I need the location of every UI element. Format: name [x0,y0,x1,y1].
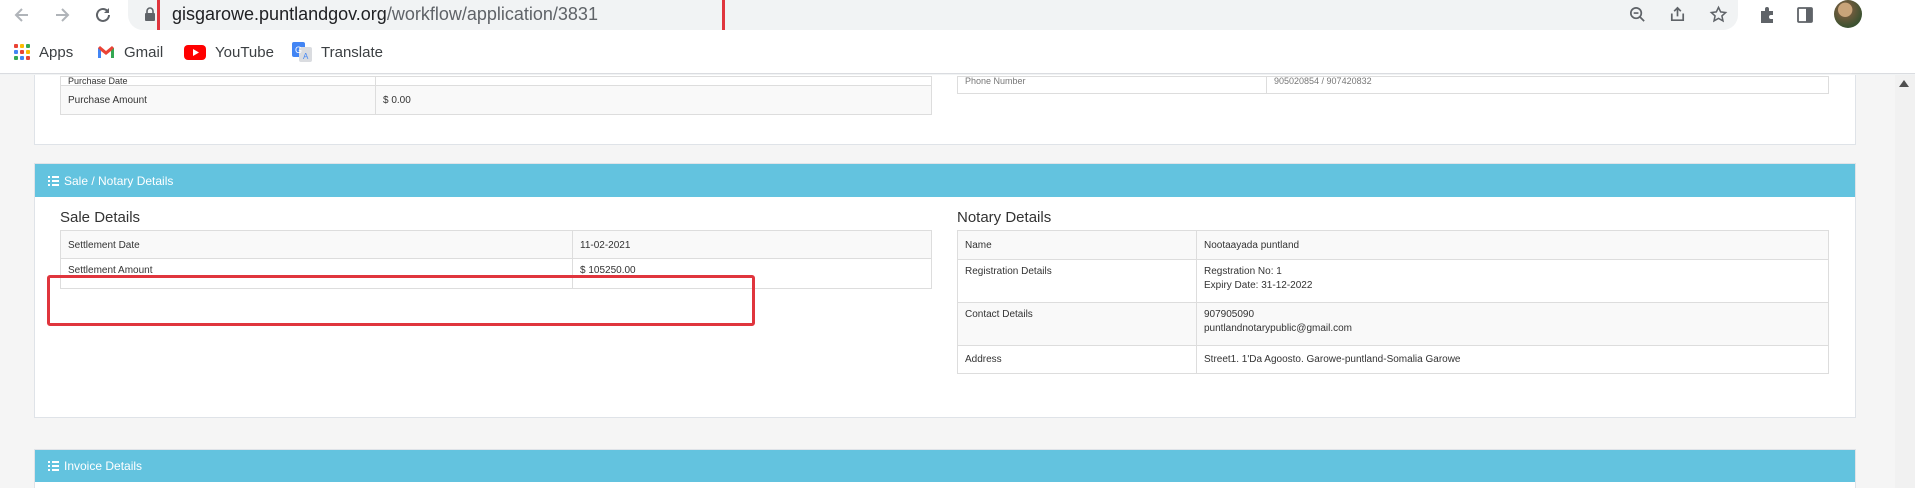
url-highlight-box [157,0,725,34]
bookmark-label: Apps [39,43,74,61]
bookmark-star-button[interactable] [1706,2,1730,26]
puzzle-icon [1761,7,1773,23]
table-row: Contact Details 907905090 puntlandnotary… [957,302,1829,346]
extensions-button[interactable] [1754,2,1780,28]
expiry-date: Expiry Date: 31-12-2022 [1204,280,1313,291]
card-title: Invoice Details [64,459,143,473]
notary-details-table: Name Nootaayada puntland Registration De… [957,230,1829,374]
reload-button[interactable] [90,3,116,27]
svg-text:G: G [295,45,302,55]
cell-value: 905020854 / 907420832 [1266,76,1829,94]
zoom-out-button[interactable] [1625,2,1649,26]
invoice-card: Invoice Details [34,449,1856,488]
forward-arrow-icon [56,8,70,22]
reload-icon [96,7,110,22]
cell-label: Settlement Date [60,230,573,259]
apps-grid-icon [14,44,30,60]
svg-text:A: A [303,52,309,61]
cell-label: Name [957,230,1197,260]
card-title: Sale / Notary Details [64,173,174,188]
gmail-icon [98,46,114,58]
purchase-card: Purchase Date Purchase Amount $ 0.00 Pho… [34,75,1856,145]
sale-details-title: Sale Details [60,209,141,226]
cell-label: Registration Details [957,259,1197,303]
table-row: Registration Details Regstration No: 1 E… [957,259,1829,303]
cell-value: 907905090 puntlandnotarypublic@gmail.com [1196,302,1829,346]
list-icon [48,461,59,471]
contact-phone: 907905090 [1204,309,1255,320]
zoom-out-icon [1629,6,1645,22]
forward-button[interactable] [49,3,75,27]
back-arrow-icon [14,8,28,22]
settlement-amount-highlight-box [47,275,755,326]
table-row: Settlement Date 11-02-2021 [60,230,932,259]
cell-value: $ 0.00 [375,85,932,115]
side-panel-button[interactable] [1792,2,1818,28]
page-viewport: Purchase Date Purchase Amount $ 0.00 Pho… [0,75,1915,488]
cell-label: Phone Number [957,76,1267,94]
google-translate-icon: G A [292,42,312,62]
bookmark-translate[interactable]: G A Translate [292,42,383,62]
bookmark-label: Translate [321,43,383,61]
contact-email: puntlandnotarypublic@gmail.com [1204,323,1353,334]
table-row: Purchase Amount $ 0.00 [60,85,932,115]
youtube-icon [184,44,206,60]
cell-label: Address [957,345,1197,374]
cell-value [375,76,932,86]
purchase-table: Purchase Date Purchase Amount $ 0.00 [60,76,932,115]
cell-label: Purchase Date [60,76,376,86]
bookmark-label: Gmail [124,43,164,61]
back-button[interactable] [9,3,35,27]
invoice-header: Invoice Details [35,450,1855,482]
bookmark-gmail[interactable]: Gmail [97,42,163,62]
cell-label: Purchase Amount [60,85,376,115]
table-row: Name Nootaayada puntland [957,230,1829,260]
browser-toolbar: gisgarowe.puntlandgov.org/workflow/appli… [0,0,1915,34]
list-icon [48,175,59,186]
table-row: Phone Number 905020854 / 907420832 [957,76,1829,94]
table-row: Address Street1. 1'Da Agoosto. Garowe-pu… [957,345,1829,374]
table-row: Purchase Date [60,76,932,86]
cell-value: Street1. 1'Da Agoosto. Garowe-puntland-S… [1196,345,1829,374]
cell-label: Contact Details [957,302,1197,346]
cell-value: Nootaayada puntland [1196,230,1829,260]
sale-notary-header: Sale / Notary Details [35,164,1855,197]
notary-details-title: Notary Details [957,209,1052,226]
scroll-up-arrow-icon[interactable] [1899,80,1909,87]
bookmark-youtube[interactable]: YouTube [184,42,274,62]
share-button[interactable] [1665,2,1689,26]
registration-number: Regstration No: 1 [1204,266,1282,277]
bookmark-label: YouTube [215,43,274,61]
bookmark-apps[interactable]: Apps [14,42,73,62]
cell-value: 11-02-2021 [572,230,932,259]
page-scrollbar[interactable] [1895,75,1915,488]
bookmarks-bar: Apps Gmail YouTube G A Translate [0,30,1915,74]
share-icon [1670,6,1684,21]
contact-table: Phone Number 905020854 / 907420832 [957,76,1829,94]
cell-value: Regstration No: 1 Expiry Date: 31-12-202… [1196,259,1829,303]
lock-icon [145,7,155,21]
star-icon [1709,5,1727,22]
profile-avatar[interactable] [1834,0,1862,28]
side-panel-icon [1797,7,1813,23]
